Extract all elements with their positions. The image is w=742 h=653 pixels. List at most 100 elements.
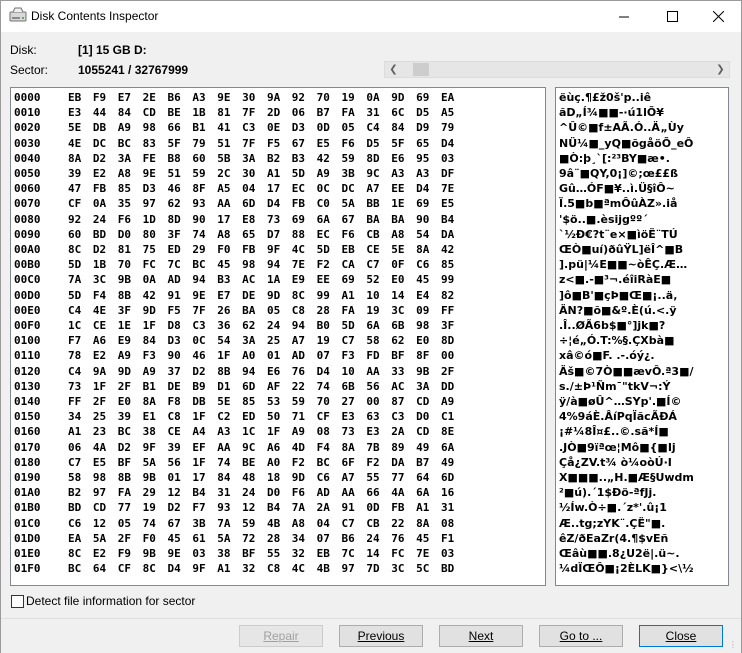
maximize-icon bbox=[666, 11, 678, 22]
hex-row-offset: 0030 bbox=[14, 136, 41, 150]
hex-row-bytes[interactable]: BD CD 77 19 D2 F7 93 12 B4 7A 2A 91 0D F… bbox=[68, 500, 454, 515]
hex-row-bytes[interactable]: 8C D2 81 75 ED 29 F0 FB 9F 4C 5D EB CE 5… bbox=[68, 242, 454, 257]
ascii-row[interactable]: Œâù■■.8¿U2ë|.ü~. bbox=[559, 546, 680, 561]
hex-row-bytes[interactable]: A1 23 BC 38 CE A4 A3 1C 1F A9 08 73 E3 2… bbox=[68, 424, 454, 439]
ascii-row[interactable]: ãD„Í¾■■-·ú1lÕ¥ bbox=[559, 105, 664, 120]
close-button[interactable]: Close bbox=[639, 625, 723, 647]
ascii-row[interactable]: NÜ¼■_yQ■õgåöÕ_eÔ bbox=[559, 136, 693, 151]
ascii-row[interactable]: ]ô■B'■çÞ■Œ■¡..ä‚ bbox=[559, 288, 677, 303]
maximize-button[interactable] bbox=[649, 1, 695, 32]
hex-row-bytes[interactable]: 78 E2 A9 F3 90 46 1F A0 01 AD 07 F3 FD B… bbox=[68, 348, 454, 363]
hex-row-bytes[interactable]: EA 5A 2F F0 45 61 5A 72 28 34 07 B6 24 7… bbox=[68, 531, 454, 546]
minimize-icon bbox=[619, 16, 629, 17]
ascii-row[interactable]: `½Ð€?t¨e×■ìöË¨TÚ bbox=[559, 227, 678, 242]
ascii-row[interactable]: z<■.-■³¬.éîiRàE■ bbox=[559, 272, 671, 287]
ascii-view-panel[interactable]: ëùç.¶£ž0š'p..iê ãD„Í¾■■-·ú1lÕ¥ ^Û©■f±AÃ.Ó.… bbox=[555, 87, 729, 586]
hex-row-offset: 0000 bbox=[14, 91, 41, 104]
hex-row-offset: 0080 bbox=[14, 212, 41, 226]
ascii-row[interactable]: ].pü|¼E■■~òÊÇ.Æ… bbox=[559, 257, 687, 272]
ascii-row[interactable]: 9â¨■QY,0¡]©;œ££ß bbox=[559, 166, 678, 181]
hex-row-bytes[interactable]: 4E DC BC 83 5F 79 51 7F F5 67 E5 F6 D5 5… bbox=[68, 136, 454, 151]
ascii-row[interactable]: X■■■..„H.■Æ§Uwdm bbox=[559, 470, 694, 485]
hex-row-bytes[interactable]: 5D 1B 70 FC 7C BC 45 98 94 7E F2 CA C7 0… bbox=[68, 257, 454, 272]
ascii-row[interactable]: ÷¦é„Ó.T:%§.ÇXbà■ bbox=[559, 333, 674, 348]
ascii-row[interactable]: Æ..tg;zYK¨.ÇË"■. bbox=[559, 516, 665, 531]
hex-row-bytes[interactable]: E3 44 84 CD BE 1B 81 7F 2D 06 B7 FA 31 6… bbox=[68, 105, 454, 120]
ascii-row[interactable]: ÄN?■õ■&º.È(ú.<.ÿ bbox=[559, 303, 677, 318]
hex-row-bytes[interactable]: C4 4E 3F 9D F5 7F 26 BA 05 C8 28 FA 19 3… bbox=[68, 303, 454, 318]
hex-row-bytes[interactable]: 58 98 8B 9B 01 17 84 48 18 9D C6 A7 55 7… bbox=[68, 470, 454, 485]
ascii-row[interactable]: ¼dÏŒÔ■¡2ÈLK■}<\½ bbox=[559, 561, 694, 576]
hex-row-bytes[interactable]: FF 2F E0 8A F8 DB 5E 85 53 59 70 27 00 8… bbox=[68, 394, 454, 409]
ascii-row[interactable]: .JÒ■9ïªœ¦Mô■{■Ij bbox=[559, 440, 676, 455]
goto-button-label: Go to ... bbox=[559, 629, 603, 643]
ascii-row[interactable]: '$ö..■.èsijgºº´ bbox=[559, 212, 648, 227]
hex-row-bytes[interactable]: 34 25 39 E1 C8 1F C2 ED 50 71 CF E3 63 C… bbox=[68, 409, 454, 424]
close-window-button[interactable] bbox=[695, 1, 741, 32]
hex-row-bytes[interactable]: CF 0A 35 97 62 93 AA 6D D4 FB C0 5A BB 1… bbox=[68, 196, 454, 211]
minimize-button[interactable] bbox=[601, 1, 647, 32]
ascii-row[interactable]: ²■ú).´1$Ðö-ªfJj. bbox=[559, 485, 656, 500]
previous-button-label: Previous bbox=[357, 629, 405, 643]
resize-grip-icon[interactable]: ⋮ bbox=[729, 640, 739, 650]
hex-row-offset: 0160 bbox=[14, 425, 41, 439]
ascii-row[interactable]: ŒÒ■uí)ðûŸL]ëÎ^■B bbox=[559, 242, 683, 257]
ascii-row[interactable]: ^Û©■f±AÃ.Ó..Ä„Ùy bbox=[559, 120, 684, 135]
hex-row-bytes[interactable]: 73 1F 2F B1 DE B9 D1 6D AF 22 74 6B 56 A… bbox=[68, 379, 454, 394]
hex-row-bytes[interactable]: 5D F4 8B 42 91 9E E7 DE 9D 8C 99 A1 10 1… bbox=[68, 288, 454, 303]
hex-row-bytes[interactable]: C4 9A 9D A9 37 D2 8B 94 E6 76 D4 10 AA 3… bbox=[68, 364, 454, 379]
hex-row-offset: 01E0 bbox=[14, 547, 41, 560]
hex-row-bytes[interactable]: 47 FB 85 D3 46 8F A5 04 17 EC 0C DC A7 E… bbox=[68, 181, 454, 196]
hex-row-bytes[interactable]: 1C CE 1E 1F D8 C3 36 62 24 94 B0 5D 6A 6… bbox=[68, 318, 454, 333]
hex-row-bytes[interactable]: 06 4A D2 9F 39 EF AA 9C A6 4D F4 8A 7B 8… bbox=[68, 440, 454, 455]
ascii-row[interactable]: xâ©ó■F. .-.óý¿. bbox=[559, 348, 655, 363]
hex-row-offset: 0120 bbox=[14, 364, 41, 378]
hex-row-bytes[interactable]: EB F9 E7 2E B6 A3 9E 30 9A 92 70 19 0A 9… bbox=[68, 90, 454, 105]
scroll-right-icon[interactable]: ❯ bbox=[712, 62, 729, 77]
hex-row-bytes[interactable]: C6 12 05 74 67 3B 7A 59 4B A8 04 C7 CB 2… bbox=[68, 516, 454, 531]
ascii-row[interactable]: Ï.5■b■ªmÔûÀZ».iå bbox=[559, 196, 677, 211]
window-title: Disk Contents Inspector bbox=[31, 9, 159, 23]
hex-row-bytes[interactable]: 8A D2 3A FE B8 60 5B 3A B2 B3 42 59 8D E… bbox=[68, 151, 454, 166]
hex-row-bytes[interactable]: 7A 3C 9B 0A AD 94 B3 AC 1A E9 EE 69 52 E… bbox=[68, 272, 454, 287]
detect-file-info-label[interactable]: Detect file information for sector bbox=[26, 594, 195, 608]
next-button-label: Next bbox=[468, 629, 494, 643]
next-button[interactable]: Next bbox=[439, 625, 523, 647]
ascii-row[interactable]: s./±Þ¹Ñm¯"tkV¬:Ý bbox=[559, 379, 670, 394]
ascii-row[interactable]: ¡#¼8Î¤£..©.sã*Í■ bbox=[559, 424, 669, 439]
goto-button[interactable]: Go to ... bbox=[539, 625, 623, 647]
ascii-row[interactable]: ëùç.¶£ž0š'p..iê bbox=[559, 90, 651, 105]
hex-row-bytes[interactable]: 92 24 F6 1D 8D 90 17 E8 73 69 6A 67 BA B… bbox=[68, 212, 454, 227]
hex-row-bytes[interactable]: 39 E2 A8 9E 51 59 2C 30 A1 5D A9 3B 9C A… bbox=[68, 166, 454, 181]
ascii-row[interactable]: Gû…ÓF■¥..ì.Ü§îÔ~ bbox=[559, 181, 675, 196]
ascii-row[interactable]: Äš■©7Ò■■ævÔ.ª3■/ bbox=[559, 364, 694, 379]
hex-row-bytes[interactable]: F7 A6 E9 84 D3 0C 54 3A 25 A7 19 C7 58 6… bbox=[68, 333, 454, 348]
previous-button[interactable]: Previous bbox=[339, 625, 423, 647]
detect-file-info-checkbox[interactable] bbox=[11, 595, 24, 608]
hex-row-offset: 00C0 bbox=[14, 273, 41, 287]
hex-row-bytes[interactable]: 5E DB A9 98 66 B1 41 C3 0E D3 0D 05 C4 8… bbox=[68, 120, 454, 135]
ascii-row[interactable]: Çå¿ZV.t¾ ò¼oòÚ·I bbox=[559, 455, 672, 470]
hex-row-offset: 0050 bbox=[14, 167, 41, 180]
ascii-row[interactable]: .Î..ØÃ6b$■°]jk■? bbox=[559, 318, 665, 333]
ascii-row[interactable]: ÿ/à■øÛ^…SYp'.■Í© bbox=[559, 394, 682, 409]
scroll-thumb[interactable] bbox=[413, 63, 429, 76]
hex-row-bytes[interactable]: B2 97 FA 29 12 B4 31 24 D0 F6 AD AA 66 4… bbox=[68, 485, 454, 500]
hex-row-offset: 01A0 bbox=[14, 486, 41, 500]
sector-scrollbar[interactable]: ❮ ❯ bbox=[384, 61, 730, 78]
hex-row-bytes[interactable]: C7 E5 BF 5A 56 1F 74 BE A0 F2 BC 6F F2 D… bbox=[68, 455, 454, 470]
ascii-row[interactable]: êZ/ðEaZr(4.¶$vEñ bbox=[559, 531, 668, 546]
hex-row-offset: 00B0 bbox=[14, 258, 41, 272]
hex-view-panel[interactable]: 0000 EB F9 E7 2E B6 A3 9E 30 9A 92 70 19 … bbox=[10, 87, 546, 586]
ascii-row[interactable]: ■Ò:þ¸`[:²³BY■æ•. bbox=[559, 151, 670, 166]
scroll-left-icon[interactable]: ❮ bbox=[385, 62, 402, 77]
ascii-row[interactable]: ½Íw.Ò÷■.´z*'.û¡1 bbox=[559, 500, 667, 515]
repair-button[interactable]: Repair bbox=[239, 625, 323, 647]
sector-value: 1055241 / 32767999 bbox=[78, 63, 189, 77]
hex-row-bytes[interactable]: 60 BD D0 80 3F 74 A8 65 D7 88 EC F6 CB A… bbox=[68, 227, 454, 242]
hex-row-offset: 0040 bbox=[14, 151, 41, 165]
hex-row-offset: 0180 bbox=[14, 455, 41, 469]
ascii-row[interactable]: 4%9áÈ.ÂíPqÏãcÃÐÁ bbox=[559, 409, 677, 424]
hex-row-bytes[interactable]: BC 64 CF 8C D4 9F A1 32 C8 4C 4B 97 7D 3… bbox=[68, 561, 454, 576]
hex-row-bytes[interactable]: 8C E2 F9 9B 9E 03 38 BF 55 32 EB 7C 14 F… bbox=[68, 546, 454, 561]
